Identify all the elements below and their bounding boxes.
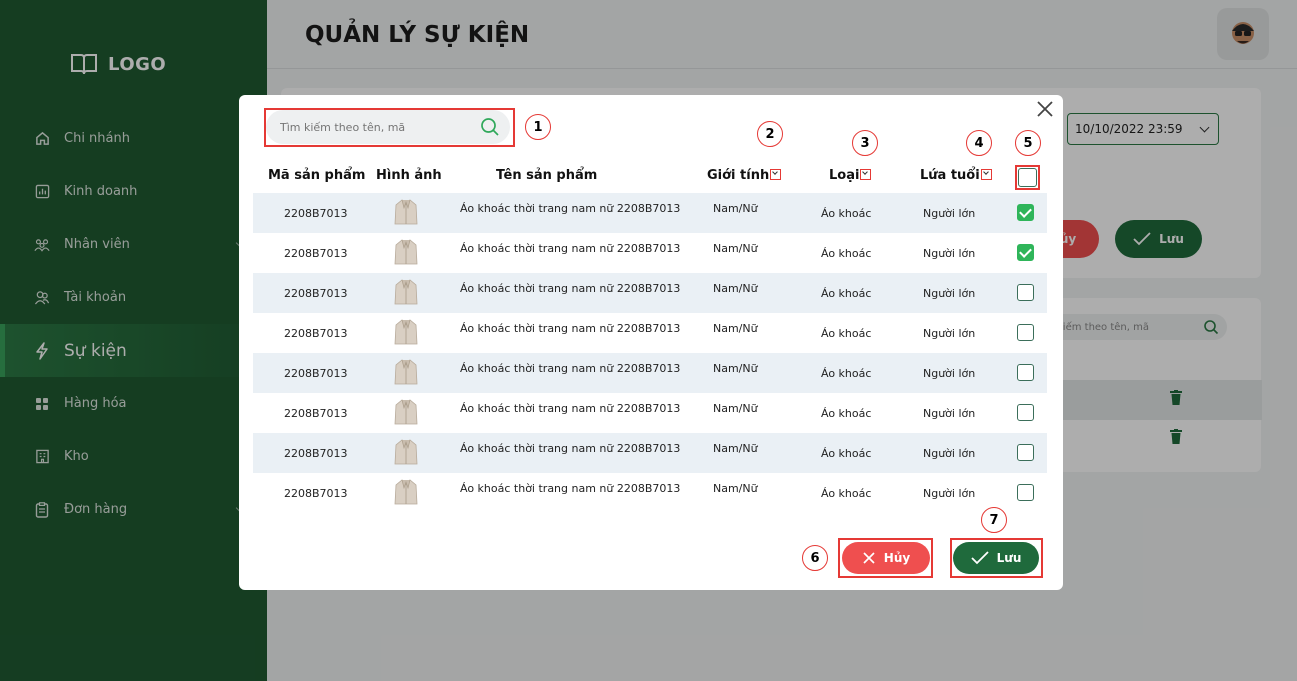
column-header-age-wrap: Lứa tuổi — [920, 168, 992, 183]
table-row[interactable]: 2208B7013 Áo khoác thời trang nam nữ 2208… — [253, 393, 1047, 433]
table-row[interactable]: 2208B7013 Áo khoác thời trang nam nữ 2208… — [253, 353, 1047, 393]
product-select-modal: 1 2 3 4 5 6 7 Mã sản phẩm Hình ảnh Tên s… — [239, 95, 1063, 590]
product-type: Áo khoác — [821, 367, 872, 380]
table-row[interactable]: 2208B7013 Áo khoác thời trang nam nữ 2208… — [253, 433, 1047, 473]
column-header-gender: Giới tính — [707, 168, 770, 183]
table-row[interactable]: 2208B7013 Áo khoác thời trang nam nữ 2208… — [253, 233, 1047, 273]
product-gender: Nam/Nữ — [713, 362, 758, 375]
product-table-body: 2208B7013 Áo khoác thời trang nam nữ 2208… — [253, 193, 1047, 513]
product-age-group: Người lớn — [923, 207, 976, 220]
product-name: Áo khoác thời trang nam nữ 2208B7013 — [460, 482, 681, 495]
annotation-badge-4: 4 — [966, 130, 992, 156]
product-code: 2208B7013 — [284, 287, 348, 300]
product-name: Áo khoác thời trang nam nữ 2208B7013 — [460, 442, 681, 455]
product-code: 2208B7013 — [284, 367, 348, 380]
product-gender: Nam/Nữ — [713, 322, 758, 335]
annotation-badge-2: 2 — [757, 121, 783, 147]
table-row[interactable]: 2208B7013 Áo khoác thời trang nam nữ 2208… — [253, 313, 1047, 353]
row-checkbox[interactable] — [1017, 364, 1034, 381]
product-age-group: Người lớn — [923, 327, 976, 340]
row-checkbox[interactable] — [1017, 444, 1034, 461]
product-name: Áo khoác thời trang nam nữ 2208B7013 — [460, 282, 681, 295]
product-type: Áo khoác — [821, 487, 872, 500]
column-header-image: Hình ảnh — [376, 168, 442, 183]
product-type: Áo khoác — [821, 407, 872, 420]
callout-box-search — [264, 108, 515, 147]
product-type: Áo khoác — [821, 247, 872, 260]
product-name: Áo khoác thời trang nam nữ 2208B7013 — [460, 402, 681, 415]
product-gender: Nam/Nữ — [713, 442, 758, 455]
table-row[interactable]: 2208B7013 Áo khoác thời trang nam nữ 2208… — [253, 193, 1047, 233]
table-row[interactable]: 2208B7013 Áo khoác thời trang nam nữ 2208… — [253, 273, 1047, 313]
annotation-badge-3: 3 — [852, 130, 878, 156]
save-button-label: Lưu — [996, 551, 1022, 565]
product-age-group: Người lớn — [923, 367, 976, 380]
product-code: 2208B7013 — [284, 447, 348, 460]
product-gender: Nam/Nữ — [713, 402, 758, 415]
cancel-button[interactable]: Hủy — [842, 542, 930, 574]
product-thumbnail — [394, 439, 418, 465]
row-checkbox[interactable] — [1017, 204, 1034, 221]
product-code: 2208B7013 — [284, 487, 348, 500]
column-header-gender-wrap: Giới tính — [707, 168, 782, 183]
product-gender: Nam/Nữ — [713, 482, 758, 495]
product-name: Áo khoác thời trang nam nữ 2208B7013 — [460, 322, 681, 335]
product-thumbnail — [394, 359, 418, 385]
column-header-type: Loại — [829, 168, 860, 183]
product-code: 2208B7013 — [284, 327, 348, 340]
product-thumbnail — [394, 479, 418, 505]
select-all-checkbox[interactable] — [1018, 168, 1037, 187]
row-checkbox[interactable] — [1017, 284, 1034, 301]
product-thumbnail — [394, 319, 418, 345]
table-row[interactable]: 2208B7013 Áo khoác thời trang nam nữ 2208… — [253, 473, 1047, 513]
product-code: 2208B7013 — [284, 407, 348, 420]
row-checkbox[interactable] — [1017, 404, 1034, 421]
column-header-age: Lứa tuổi — [920, 168, 980, 183]
product-gender: Nam/Nữ — [713, 202, 758, 215]
product-age-group: Người lớn — [923, 287, 976, 300]
age-filter-dropdown[interactable] — [980, 169, 992, 180]
product-thumbnail — [394, 279, 418, 305]
row-checkbox[interactable] — [1017, 484, 1034, 501]
product-age-group: Người lớn — [923, 247, 976, 260]
product-name: Áo khoác thời trang nam nữ 2208B7013 — [460, 242, 681, 255]
gender-filter-dropdown[interactable] — [770, 169, 782, 180]
product-code: 2208B7013 — [284, 247, 348, 260]
cancel-button-label: Hủy — [883, 551, 911, 565]
type-filter-dropdown[interactable] — [860, 169, 872, 180]
product-thumbnail — [394, 399, 418, 425]
product-type: Áo khoác — [821, 447, 872, 460]
product-type: Áo khoác — [821, 207, 872, 220]
product-thumbnail — [394, 199, 418, 225]
check-icon — [970, 551, 989, 565]
save-button[interactable]: Lưu — [953, 542, 1039, 574]
product-thumbnail — [394, 239, 418, 265]
product-name: Áo khoác thời trang nam nữ 2208B7013 — [460, 362, 681, 375]
row-checkbox[interactable] — [1017, 244, 1034, 261]
product-code: 2208B7013 — [284, 207, 348, 220]
annotation-badge-5: 5 — [1015, 130, 1041, 156]
product-type: Áo khoác — [821, 287, 872, 300]
column-header-name: Tên sản phẩm — [496, 168, 598, 183]
close-icon[interactable] — [1035, 99, 1055, 119]
product-name: Áo khoác thời trang nam nữ 2208B7013 — [460, 202, 681, 215]
row-checkbox[interactable] — [1017, 324, 1034, 341]
annotation-badge-1: 1 — [525, 114, 551, 140]
product-age-group: Người lớn — [923, 407, 976, 420]
column-header-code: Mã sản phẩm — [268, 168, 366, 183]
product-gender: Nam/Nữ — [713, 242, 758, 255]
product-gender: Nam/Nữ — [713, 282, 758, 295]
product-age-group: Người lớn — [923, 447, 976, 460]
annotation-badge-6: 6 — [802, 545, 828, 571]
column-header-type-wrap: Loại — [829, 168, 872, 183]
product-type: Áo khoác — [821, 327, 872, 340]
product-age-group: Người lớn — [923, 487, 976, 500]
x-icon — [863, 552, 875, 564]
